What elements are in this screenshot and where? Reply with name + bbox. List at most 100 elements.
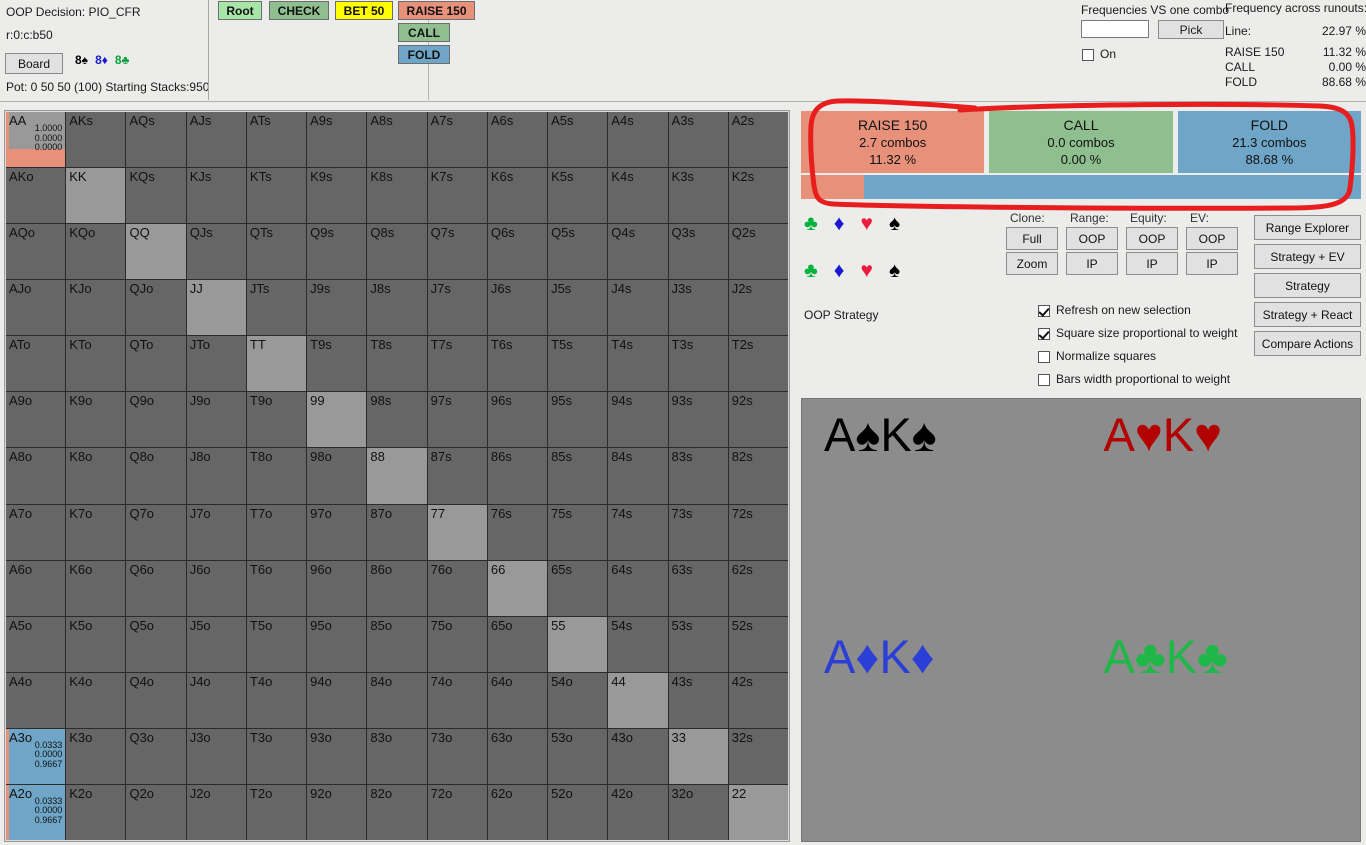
matrix-cell-JTo[interactable]: JTo: [186, 336, 246, 392]
matrix-cell-A7o[interactable]: A7o: [6, 504, 66, 560]
matrix-cell-83s[interactable]: 83s: [668, 448, 728, 504]
matrix-cell-84s[interactable]: 84s: [608, 448, 668, 504]
matrix-cell-K7s[interactable]: K7s: [427, 168, 487, 224]
matrix-cell-T8o[interactable]: T8o: [246, 448, 307, 504]
matrix-cell-55[interactable]: 55: [548, 616, 608, 672]
matrix-cell-QTo[interactable]: QTo: [126, 336, 186, 392]
matrix-cell-Q3s[interactable]: Q3s: [668, 224, 728, 280]
hand-range-matrix[interactable]: AA 1.0000 0.0000 0.0000 AKs AQs AJs ATs A9s A8s A7…: [4, 110, 790, 842]
matrix-cell-Q3o[interactable]: Q3o: [126, 728, 186, 784]
matrix-cell-QJs[interactable]: QJs: [186, 224, 246, 280]
matrix-cell-J2s[interactable]: J2s: [728, 280, 788, 336]
combo-quadrant-AKs-diamonds[interactable]: A♦K♦: [802, 620, 1081, 841]
matrix-cell-63s[interactable]: 63s: [668, 560, 728, 616]
matrix-cell-83o[interactable]: 83o: [367, 728, 427, 784]
matrix-cell-94o[interactable]: 94o: [307, 672, 367, 728]
matrix-cell-K6s[interactable]: K6s: [487, 168, 548, 224]
matrix-cell-Q7o[interactable]: Q7o: [126, 504, 186, 560]
matrix-cell-A4o[interactable]: A4o: [6, 672, 66, 728]
matrix-cell-T3s[interactable]: T3s: [668, 336, 728, 392]
matrix-cell-KK[interactable]: KK: [66, 168, 126, 224]
matrix-cell-82s[interactable]: 82s: [728, 448, 788, 504]
suit-selector-row-1[interactable]: ♣ ♦ ♥ ♠: [804, 213, 900, 234]
view-button-strategy-ev[interactable]: Strategy + EV: [1254, 244, 1361, 269]
matrix-cell-82o[interactable]: 82o: [367, 784, 427, 840]
matrix-cell-86s[interactable]: 86s: [487, 448, 548, 504]
heart-icon[interactable]: ♥: [861, 213, 873, 234]
matrix-cell-98o[interactable]: 98o: [307, 448, 367, 504]
matrix-cell-QQ[interactable]: QQ: [126, 224, 186, 280]
matrix-cell-42o[interactable]: 42o: [608, 784, 668, 840]
tree-node-root[interactable]: Root: [218, 1, 262, 20]
matrix-cell-J6s[interactable]: J6s: [487, 280, 548, 336]
matrix-cell-62o[interactable]: 62o: [487, 784, 548, 840]
checkbox-square-size-proportional-to-weight[interactable]: [1038, 328, 1050, 340]
matrix-cell-J7o[interactable]: J7o: [186, 504, 246, 560]
matrix-cell-32s[interactable]: 32s: [728, 728, 788, 784]
matrix-cell-T7s[interactable]: T7s: [427, 336, 487, 392]
matrix-cell-94s[interactable]: 94s: [608, 392, 668, 448]
matrix-cell-Q8o[interactable]: Q8o: [126, 448, 186, 504]
matrix-cell-95s[interactable]: 95s: [548, 392, 608, 448]
matrix-cell-65s[interactable]: 65s: [548, 560, 608, 616]
matrix-cell-77[interactable]: 77: [427, 504, 487, 560]
tree-node-raise-150[interactable]: RAISE 150: [398, 1, 475, 20]
matrix-cell-KJs[interactable]: KJs: [186, 168, 246, 224]
matrix-cell-QTs[interactable]: QTs: [246, 224, 307, 280]
matrix-cell-ATs[interactable]: ATs: [246, 112, 307, 168]
matrix-cell-43s[interactable]: 43s: [668, 672, 728, 728]
matrix-cell-K4o[interactable]: K4o: [66, 672, 126, 728]
matrix-cell-Q6o[interactable]: Q6o: [126, 560, 186, 616]
matrix-cell-K3o[interactable]: K3o: [66, 728, 126, 784]
matrix-cell-KJo[interactable]: KJo: [66, 280, 126, 336]
matrix-cell-J7s[interactable]: J7s: [427, 280, 487, 336]
matrix-cell-Q2o[interactable]: Q2o: [126, 784, 186, 840]
matrix-cell-K6o[interactable]: K6o: [66, 560, 126, 616]
matrix-cell-22[interactable]: 22: [728, 784, 788, 840]
matrix-cell-Q4o[interactable]: Q4o: [126, 672, 186, 728]
matrix-cell-K3s[interactable]: K3s: [668, 168, 728, 224]
action-fold[interactable]: FOLD 21.3 combos 88.68 %: [1177, 111, 1361, 173]
matrix-cell-87o[interactable]: 87o: [367, 504, 427, 560]
matrix-cell-52s[interactable]: 52s: [728, 616, 788, 672]
matrix-cell-54s[interactable]: 54s: [608, 616, 668, 672]
option-button-ip-5[interactable]: IP: [1066, 252, 1118, 275]
matrix-cell-T3o[interactable]: T3o: [246, 728, 307, 784]
matrix-cell-T9o[interactable]: T9o: [246, 392, 307, 448]
matrix-cell-K2s[interactable]: K2s: [728, 168, 788, 224]
tree-node-bet-50[interactable]: BET 50: [335, 1, 393, 20]
matrix-cell-QJo[interactable]: QJo: [126, 280, 186, 336]
option-button-ip-7[interactable]: IP: [1186, 252, 1238, 275]
matrix-cell-A9o[interactable]: A9o: [6, 392, 66, 448]
matrix-cell-74o[interactable]: 74o: [427, 672, 487, 728]
matrix-cell-J5o[interactable]: J5o: [186, 616, 246, 672]
matrix-cell-Q4s[interactable]: Q4s: [608, 224, 668, 280]
frequencies-combo-input[interactable]: [1081, 20, 1149, 38]
matrix-cell-63o[interactable]: 63o: [487, 728, 548, 784]
matrix-cell-K8s[interactable]: K8s: [367, 168, 427, 224]
matrix-cell-J9s[interactable]: J9s: [307, 280, 367, 336]
checkbox-refresh-on-new-selection[interactable]: [1038, 305, 1050, 317]
matrix-cell-T6s[interactable]: T6s: [487, 336, 548, 392]
matrix-cell-75o[interactable]: 75o: [427, 616, 487, 672]
matrix-cell-J2o[interactable]: J2o: [186, 784, 246, 840]
action-raise-150[interactable]: RAISE 150 2.7 combos 11.32 %: [801, 111, 985, 173]
matrix-cell-T4o[interactable]: T4o: [246, 672, 307, 728]
matrix-cell-A8s[interactable]: A8s: [367, 112, 427, 168]
frequencies-on-checkbox[interactable]: [1082, 49, 1094, 61]
option-button-full-0[interactable]: Full: [1006, 227, 1058, 250]
matrix-cell-93s[interactable]: 93s: [668, 392, 728, 448]
matrix-cell-KQs[interactable]: KQs: [126, 168, 186, 224]
matrix-cell-98s[interactable]: 98s: [367, 392, 427, 448]
matrix-cell-AJs[interactable]: AJs: [186, 112, 246, 168]
matrix-cell-KQo[interactable]: KQo: [66, 224, 126, 280]
board-button[interactable]: Board: [5, 53, 63, 74]
matrix-cell-T2s[interactable]: T2s: [728, 336, 788, 392]
matrix-cell-84o[interactable]: 84o: [367, 672, 427, 728]
matrix-cell-75s[interactable]: 75s: [548, 504, 608, 560]
heart-icon[interactable]: ♥: [861, 260, 873, 281]
matrix-cell-JTs[interactable]: JTs: [246, 280, 307, 336]
suit-selector-row-2[interactable]: ♣ ♦ ♥ ♠: [804, 260, 900, 281]
matrix-cell-J3s[interactable]: J3s: [668, 280, 728, 336]
combo-quadrant-AKs-spades[interactable]: A♠K♠: [802, 399, 1081, 620]
